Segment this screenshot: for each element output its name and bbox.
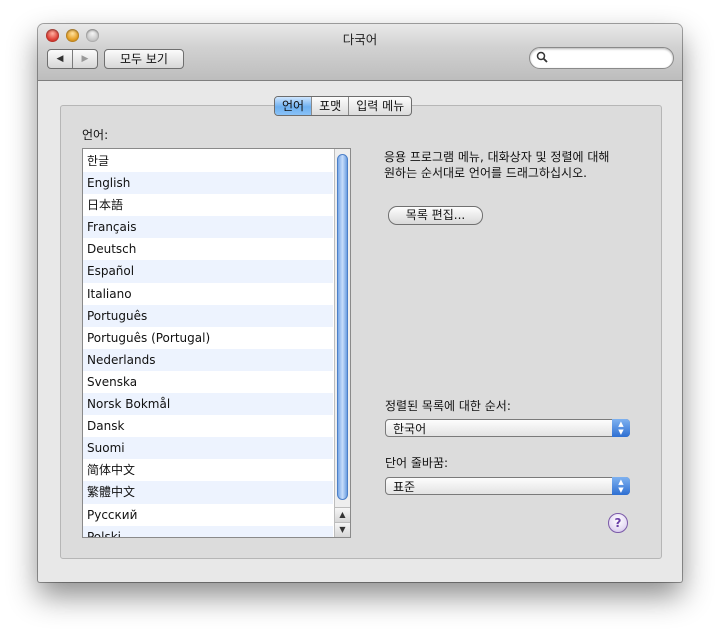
language-list-item[interactable]: Suomi — [83, 437, 333, 460]
nav-buttons: ◀ ▶ — [47, 49, 98, 69]
scroll-down-icon[interactable]: ▼ — [335, 522, 350, 537]
help-button[interactable]: ? — [608, 513, 628, 533]
window-title: 다국어 — [342, 32, 378, 47]
tab-input-menu[interactable]: 입력 메뉴 — [349, 97, 411, 115]
language-list[interactable]: 한글 English 日本語 Français Deutsch Español Italia… — [82, 148, 351, 538]
show-all-button[interactable]: 모두 보기 — [104, 49, 184, 69]
scrollbar[interactable]: ▲ ▼ — [334, 149, 350, 537]
language-list-item[interactable]: Nederlands — [83, 348, 333, 371]
language-list-item[interactable]: Français — [83, 216, 333, 239]
tab-bar: 언어 포맷 입력 메뉴 — [274, 96, 413, 116]
search-input[interactable] — [529, 47, 674, 69]
popup-arrows-icon: ▲ ▼ — [612, 477, 630, 495]
toolbar: 다국어 ◀ ▶ 모두 보기 — [38, 24, 682, 81]
back-icon[interactable]: ◀ — [48, 50, 73, 68]
language-list-item[interactable]: Polski — [83, 525, 333, 537]
language-list-item[interactable]: Norsk Bokmål — [83, 393, 333, 416]
edit-list-button[interactable]: 목록 편집... — [388, 206, 483, 225]
tab-language[interactable]: 언어 — [275, 97, 313, 115]
languages-label: 언어: — [82, 128, 109, 142]
instruction-text: 응용 프로그램 메뉴, 대화상자 및 정렬에 대해 원하는 순서대로 언어를 드… — [384, 150, 610, 180]
language-list-item[interactable]: Español — [83, 260, 333, 283]
language-list-item[interactable]: 简体中文 — [83, 459, 333, 481]
language-list-item[interactable]: 繁體中文 — [83, 481, 333, 504]
language-list-item[interactable]: 日本語 — [83, 194, 333, 216]
language-list-item[interactable]: Português (Portugal) — [83, 327, 333, 349]
language-list-item[interactable]: Dansk — [83, 415, 333, 437]
language-list-item[interactable]: Português — [83, 304, 333, 327]
language-list-item[interactable]: Deutsch — [83, 238, 333, 260]
language-list-item[interactable]: Русский — [83, 504, 333, 526]
search-icon — [536, 51, 548, 63]
sort-order-label: 정렬된 목록에 대한 순서: — [385, 399, 511, 413]
language-rows: 한글 English 日本語 Français Deutsch Español Italia… — [83, 150, 333, 537]
language-list-item[interactable]: 한글 — [83, 150, 333, 172]
language-list-item[interactable]: Italiano — [83, 283, 333, 305]
word-break-popup[interactable]: 표준 ▲ ▼ — [385, 477, 630, 495]
sort-order-popup[interactable]: 한국어 ▲ ▼ — [385, 419, 630, 437]
language-list-item[interactable]: Svenska — [83, 371, 333, 393]
forward-icon[interactable]: ▶ — [73, 50, 97, 68]
sort-order-value: 한국어 — [393, 422, 427, 436]
scrollbar-thumb[interactable] — [337, 154, 348, 500]
word-break-value: 표준 — [393, 480, 416, 494]
popup-arrows-icon: ▲ ▼ — [612, 419, 630, 437]
tab-formats[interactable]: 포맷 — [312, 97, 350, 115]
scroll-up-icon[interactable]: ▲ — [335, 507, 350, 522]
language-list-item[interactable]: English — [83, 172, 333, 195]
word-break-label: 단어 줄바꿈: — [385, 456, 449, 470]
preferences-window: 다국어 ◀ ▶ 모두 보기 언어 포맷 입력 메뉴 언어: 한글 English 日… — [38, 24, 682, 582]
